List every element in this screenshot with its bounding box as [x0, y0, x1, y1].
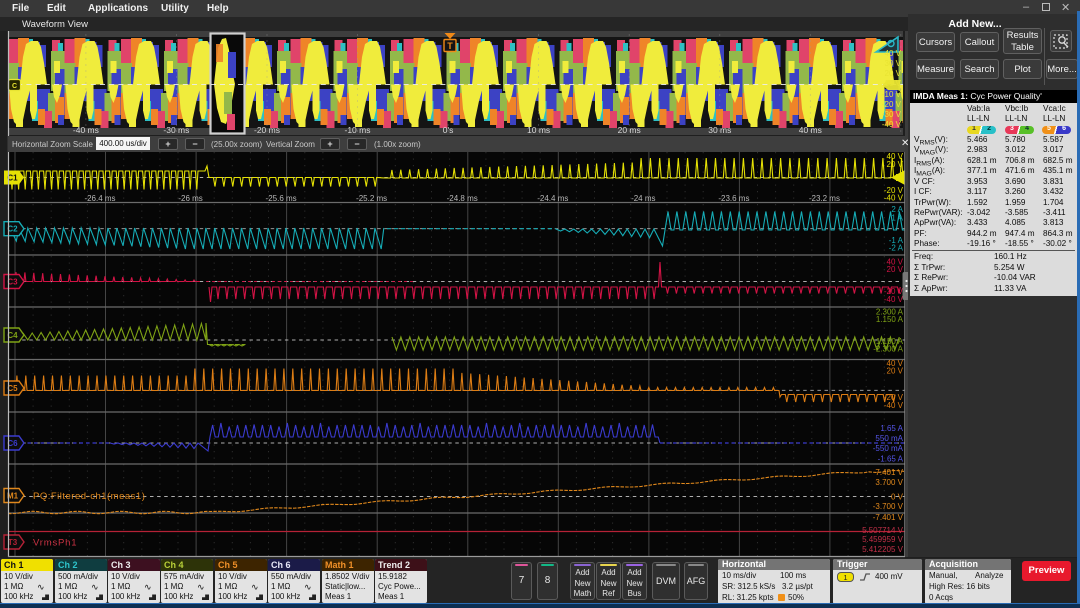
svg-text:5.507714 V: 5.507714 V [862, 526, 904, 535]
svg-text:PQ:Filtered-ch1(meas1): PQ:Filtered-ch1(meas1) [33, 491, 145, 502]
svg-text:-10 V: -10 V [882, 90, 902, 99]
svg-text:20 V: 20 V [887, 160, 904, 169]
svg-text:20 V: 20 V [887, 265, 904, 274]
svg-text:-25.6 ms: -25.6 ms [266, 194, 297, 203]
svg-text:-25.2 ms: -25.2 ms [356, 194, 387, 203]
svg-text:5.412205 V: 5.412205 V [862, 545, 904, 554]
svg-text:-1.65 A: -1.65 A [878, 455, 904, 464]
svg-text:-2 A: -2 A [889, 244, 904, 253]
svg-text:-3.700 V: -3.700 V [873, 502, 904, 511]
svg-text:20 V: 20 V [885, 69, 902, 78]
svg-text:-7.401 V: -7.401 V [873, 513, 904, 522]
svg-text:-26.4 ms: -26.4 ms [84, 194, 115, 203]
svg-text:0 V: 0 V [891, 493, 904, 502]
svg-text:T: T [447, 41, 453, 51]
svg-text:1.150 A: 1.150 A [876, 315, 904, 324]
svg-text:VrmsPh1: VrmsPh1 [33, 538, 77, 549]
svg-text:30 V: 30 V [885, 59, 902, 68]
svg-text:-20 V: -20 V [882, 100, 902, 109]
svg-text:550 mA: 550 mA [875, 434, 903, 443]
svg-text:T3: T3 [8, 538, 18, 547]
svg-text:-2.300 A: -2.300 A [873, 345, 903, 354]
svg-text:-30 V: -30 V [882, 110, 902, 119]
svg-text:-24.8 ms: -24.8 ms [447, 194, 478, 203]
svg-text:-23.6 ms: -23.6 ms [718, 194, 749, 203]
svg-text:30 ms: 30 ms [708, 125, 731, 135]
svg-text:3.700 V: 3.700 V [875, 478, 903, 487]
svg-text:40 ms: 40 ms [799, 125, 822, 135]
svg-text:-40 ms: -40 ms [73, 125, 99, 135]
svg-text:-24 ms: -24 ms [631, 194, 655, 203]
svg-text:-30 ms: -30 ms [163, 125, 189, 135]
svg-text:-24.4 ms: -24.4 ms [537, 194, 568, 203]
svg-text:5.459959 V: 5.459959 V [862, 535, 904, 544]
svg-text:-40 V: -40 V [882, 120, 902, 129]
svg-text:1 A: 1 A [891, 214, 903, 223]
svg-text:-40 V: -40 V [884, 401, 904, 410]
svg-text:20 ms: 20 ms [618, 125, 641, 135]
svg-text:-20 ms: -20 ms [254, 125, 280, 135]
svg-text:-40 V: -40 V [884, 194, 904, 203]
svg-text:-10 ms: -10 ms [345, 125, 371, 135]
svg-text:-23.2 ms: -23.2 ms [809, 194, 840, 203]
svg-text:10 ms: 10 ms [527, 125, 550, 135]
svg-text:1.65 A: 1.65 A [880, 424, 903, 433]
svg-text:20 V: 20 V [887, 367, 904, 376]
svg-text:C: C [12, 83, 17, 90]
svg-text:-26 ms: -26 ms [178, 194, 202, 203]
svg-text:40 V: 40 V [885, 49, 902, 58]
svg-text:-40 V: -40 V [884, 295, 904, 304]
svg-text:0's: 0's [443, 125, 454, 135]
svg-text:-550 mA: -550 mA [873, 444, 904, 453]
svg-text:7.401 V: 7.401 V [875, 468, 903, 477]
